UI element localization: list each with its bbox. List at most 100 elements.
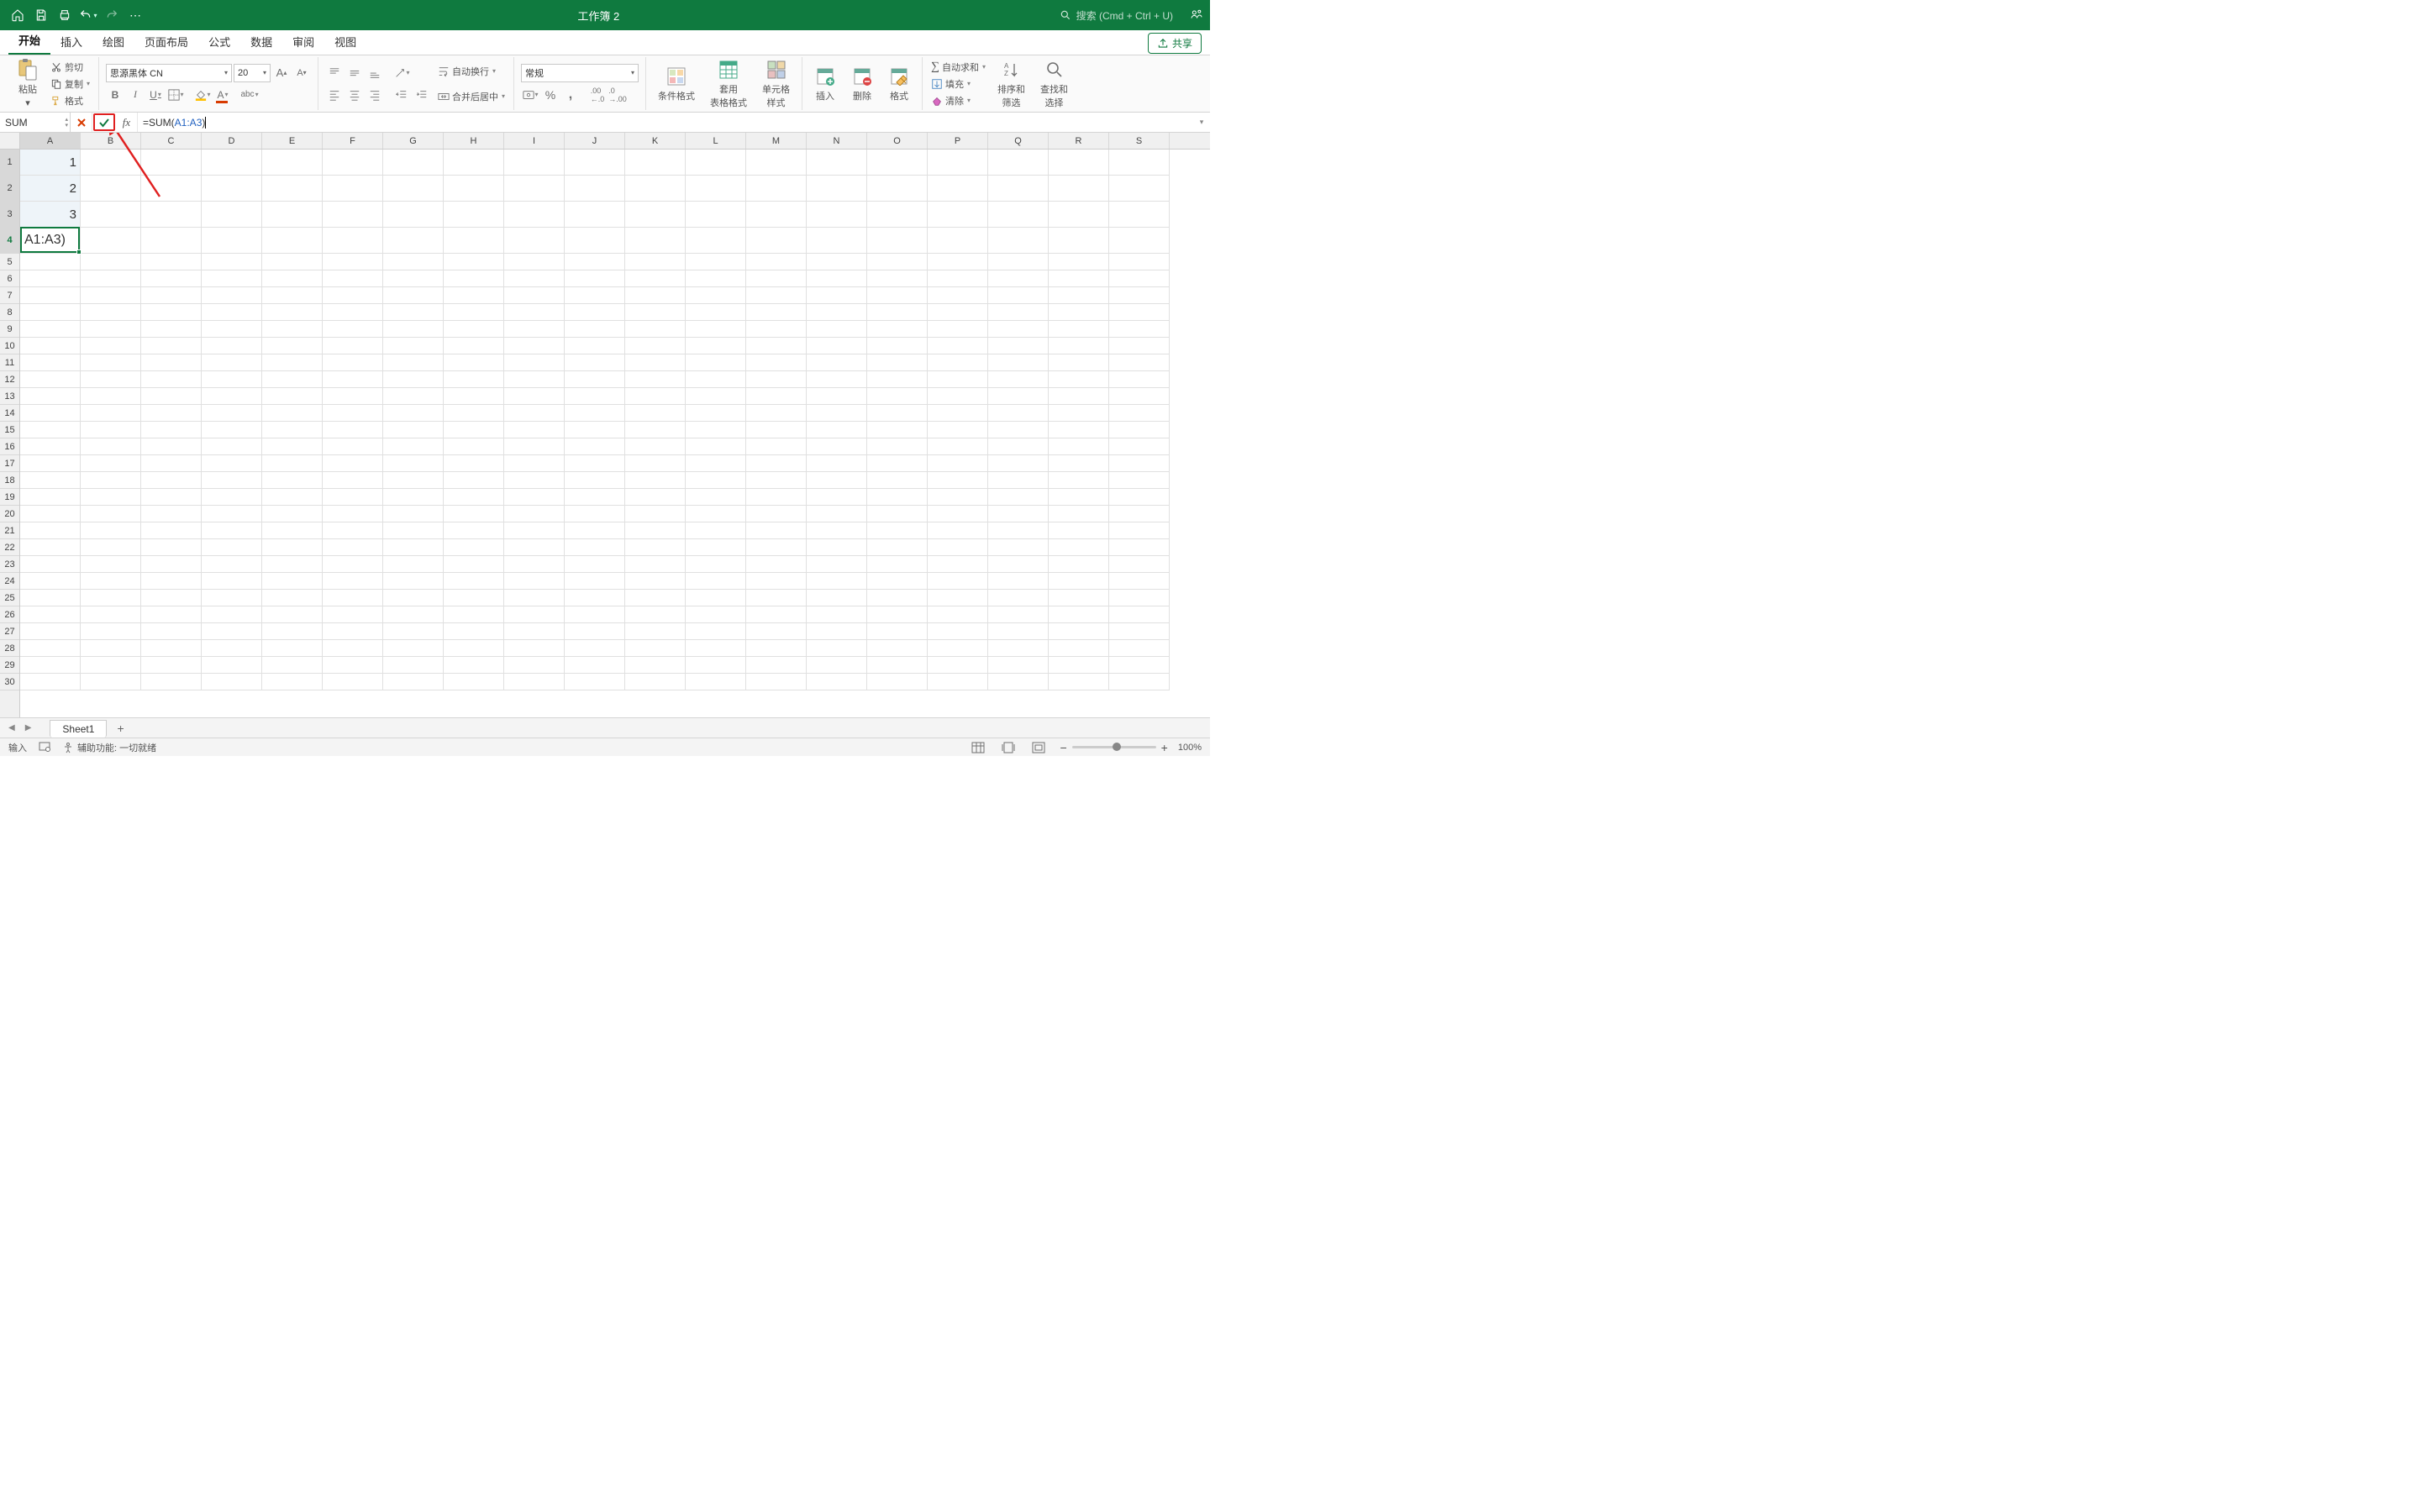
delete-cells-button[interactable]: 删除 (846, 64, 878, 104)
cell[interactable] (444, 176, 504, 202)
underline-button[interactable]: U▾ (146, 86, 165, 104)
row-header[interactable]: 26 (0, 606, 19, 623)
row-header[interactable]: 8 (0, 304, 19, 321)
cell[interactable] (988, 556, 1049, 573)
cell[interactable] (1109, 455, 1170, 472)
redo-button[interactable] (101, 4, 123, 26)
cancel-formula-button[interactable] (71, 113, 92, 132)
sort-filter-button[interactable]: AZ排序和 筛选 (992, 57, 1030, 111)
cell[interactable] (383, 321, 444, 338)
cell[interactable] (1109, 640, 1170, 657)
cell[interactable] (383, 202, 444, 228)
cell[interactable] (383, 539, 444, 556)
cell[interactable] (262, 556, 323, 573)
cell[interactable] (625, 674, 686, 690)
cell[interactable] (20, 573, 81, 590)
cell[interactable] (928, 556, 988, 573)
cell[interactable] (1109, 674, 1170, 690)
cell[interactable] (625, 270, 686, 287)
cell[interactable] (262, 455, 323, 472)
cell[interactable] (1049, 228, 1109, 254)
cell[interactable] (565, 539, 625, 556)
cell[interactable]: 1 (20, 150, 81, 176)
cell[interactable] (20, 556, 81, 573)
cell[interactable] (20, 539, 81, 556)
cell[interactable] (867, 202, 928, 228)
find-select-button[interactable]: 查找和 选择 (1035, 57, 1073, 111)
cell[interactable] (20, 606, 81, 623)
row-header[interactable]: 28 (0, 640, 19, 657)
cell[interactable] (504, 539, 565, 556)
cell[interactable] (262, 354, 323, 371)
cell[interactable] (20, 228, 81, 254)
row-header[interactable]: 29 (0, 657, 19, 674)
row-header[interactable]: 17 (0, 455, 19, 472)
format-cells-button[interactable]: 格式 (883, 64, 915, 104)
cell[interactable] (867, 287, 928, 304)
cell[interactable] (928, 228, 988, 254)
cell[interactable] (202, 522, 262, 539)
cell[interactable] (928, 338, 988, 354)
cell[interactable] (565, 556, 625, 573)
cell[interactable] (202, 472, 262, 489)
cell[interactable] (20, 472, 81, 489)
print-icon[interactable] (54, 4, 76, 26)
cell[interactable] (746, 674, 807, 690)
name-box[interactable]: SUM ▴▾ (0, 113, 71, 132)
cell[interactable] (262, 489, 323, 506)
cell[interactable] (807, 176, 867, 202)
cell[interactable] (323, 287, 383, 304)
cell[interactable] (81, 176, 141, 202)
cell[interactable] (1049, 388, 1109, 405)
row-header[interactable]: 14 (0, 405, 19, 422)
cell[interactable] (323, 438, 383, 455)
cell[interactable] (323, 455, 383, 472)
cell[interactable] (504, 674, 565, 690)
cell[interactable] (867, 422, 928, 438)
cell[interactable] (383, 573, 444, 590)
cell[interactable] (444, 556, 504, 573)
cell[interactable] (625, 438, 686, 455)
cell[interactable] (625, 539, 686, 556)
italic-button[interactable]: I (126, 86, 145, 104)
cell[interactable] (323, 539, 383, 556)
cell[interactable] (81, 522, 141, 539)
cell[interactable] (262, 422, 323, 438)
cell[interactable] (383, 489, 444, 506)
cell[interactable] (81, 304, 141, 321)
cell[interactable] (928, 623, 988, 640)
cell[interactable] (686, 573, 746, 590)
cell[interactable] (1049, 150, 1109, 176)
cell[interactable] (565, 674, 625, 690)
cell[interactable] (323, 556, 383, 573)
cell[interactable] (202, 556, 262, 573)
cell[interactable] (565, 522, 625, 539)
cell[interactable] (625, 338, 686, 354)
view-page-layout-icon[interactable] (999, 740, 1018, 755)
cell[interactable] (625, 489, 686, 506)
column-header[interactable]: C (141, 133, 202, 149)
cell[interactable] (20, 522, 81, 539)
cell[interactable] (262, 321, 323, 338)
cell[interactable] (1109, 606, 1170, 623)
cell[interactable] (202, 422, 262, 438)
cell[interactable] (1109, 150, 1170, 176)
cell[interactable] (988, 657, 1049, 674)
row-header[interactable]: 27 (0, 623, 19, 640)
cell[interactable] (988, 321, 1049, 338)
cell[interactable] (625, 657, 686, 674)
cell[interactable] (928, 287, 988, 304)
cell[interactable] (686, 287, 746, 304)
cell[interactable] (141, 506, 202, 522)
row-header[interactable]: 23 (0, 556, 19, 573)
cell[interactable] (867, 176, 928, 202)
cell[interactable] (867, 228, 928, 254)
cell[interactable] (867, 506, 928, 522)
cell[interactable] (1109, 489, 1170, 506)
zoom-in-button[interactable]: + (1161, 741, 1168, 754)
cell[interactable] (988, 522, 1049, 539)
cell[interactable] (746, 202, 807, 228)
cell[interactable] (141, 657, 202, 674)
cell[interactable] (746, 371, 807, 388)
cell[interactable] (20, 270, 81, 287)
